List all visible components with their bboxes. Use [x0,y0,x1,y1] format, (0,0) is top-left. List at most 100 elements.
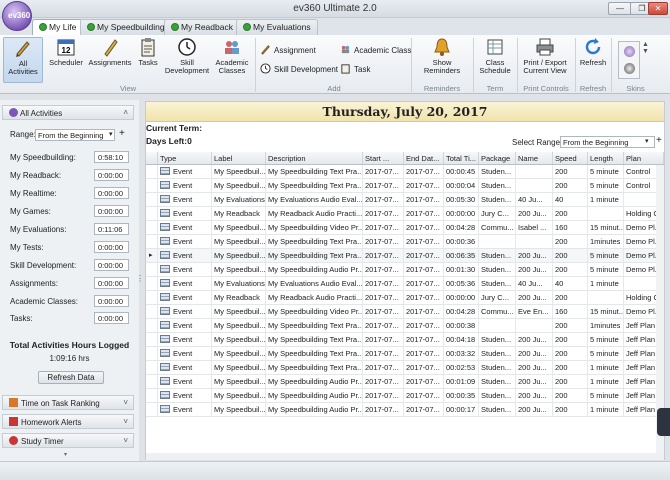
skin-gray-icon[interactable] [624,63,635,74]
time-on-task-ranking-header[interactable]: Time on Task Ranking ˅ [2,395,134,410]
column-header[interactable]: Description [266,152,363,164]
column-header[interactable]: Start ... [363,152,404,164]
study-timer-header[interactable]: Study Timer ˅ [2,433,134,448]
add-skill-development-button[interactable]: Skill Development [260,63,338,74]
table-row[interactable]: Event My Speedbuil... My Speedbuilding Tex… [146,179,664,193]
refresh-data-button[interactable]: Refresh Data [38,371,104,384]
table-row[interactable]: Event My Readback My Readback Audio Practi… [146,291,664,305]
row-selector[interactable] [146,333,158,346]
splitter-handle[interactable]: ⋮ [136,274,144,283]
homework-alerts-header[interactable]: Homework Alerts ˅ [2,414,134,429]
skins-gallery[interactable] [618,41,640,79]
print-export-button[interactable]: Print / Export Current View [519,37,571,83]
tab-my-readback[interactable]: My Readback [164,19,240,35]
row-selector[interactable] [146,277,158,290]
table-row[interactable]: Event My Speedbuil... My Speedbuilding Tex… [146,347,664,361]
table-row[interactable]: Event My Speedbuil... My Speedbuilding Aud… [146,375,664,389]
row-selector[interactable]: ▸ [146,249,158,262]
tasks-button[interactable]: Tasks [134,37,162,83]
row-selector[interactable] [146,165,158,178]
table-row[interactable]: Event My Speedbuil... My Speedbuilding Aud… [146,263,664,277]
column-header[interactable]: End Dat... [404,152,444,164]
select-range-dropdown[interactable]: From the Beginning [560,136,655,148]
grid-cell: 2017-07... [404,403,444,416]
assignments-button[interactable]: Assignments [88,37,132,83]
table-row[interactable]: Event My Evaluations My Evaluations Audio … [146,277,664,291]
row-selector[interactable] [146,221,158,234]
table-row[interactable]: Event My Readback My Readback Audio Practi… [146,207,664,221]
table-row[interactable]: Event My Speedbuil... My Speedbuilding Tex… [146,165,664,179]
skin-purple-icon[interactable] [624,46,635,57]
row-selector[interactable] [146,235,158,248]
skins-scroll-icon[interactable]: ▲ ▼ [642,41,649,55]
table-row[interactable]: Event My Speedbuil... My Speedbuilding Tex… [146,319,664,333]
side-tab-handle[interactable] [657,408,670,436]
refresh-button[interactable]: Refresh [577,37,609,83]
grid-cell: 2017-07... [404,179,444,192]
all-activities-button[interactable]: All Activities [3,37,43,83]
column-header[interactable]: Plan [624,152,664,164]
horizontal-scrollbar[interactable] [146,453,664,460]
panel-collapse-icon[interactable]: ▾ [64,451,67,458]
add-task-button[interactable]: Task [340,63,370,74]
academic-classes-button[interactable]: Academic Classes [212,37,252,83]
grid-cell: Studen... [479,361,516,374]
table-row[interactable]: Event My Evaluations My Evaluations Audio … [146,193,664,207]
minimize-button[interactable]: — [608,2,632,15]
table-row[interactable]: Event My Speedbuil... My Speedbuilding Tex… [146,333,664,347]
row-selector[interactable] [146,179,158,192]
chevron-down-icon[interactable]: ▾ [645,137,649,145]
row-selector[interactable] [146,389,158,402]
row-selector[interactable] [146,403,158,416]
table-row[interactable]: Event My Speedbuil... My Speedbuilding Aud… [146,389,664,403]
grid-cell: 40 Ju... [516,193,553,206]
range-select[interactable]: From the Beginning [35,129,115,141]
chevron-down-icon[interactable]: ▾ [109,130,113,138]
column-header[interactable]: Type [158,152,212,164]
row-selector[interactable] [146,319,158,332]
column-header[interactable]: Speed [553,152,588,164]
column-header[interactable]: Total Ti... [444,152,479,164]
scheduler-button[interactable]: 12 Scheduler [48,37,84,83]
row-selector[interactable] [146,291,158,304]
tab-my-evaluations[interactable]: My Evaluations [236,19,318,35]
row-selector[interactable] [146,193,158,206]
grid-cell: Studen... [479,389,516,402]
row-selector[interactable] [146,347,158,360]
row-selector[interactable] [146,361,158,374]
row-selector[interactable] [146,263,158,276]
grid-cell: My Speedbuil... [214,375,266,388]
grid-cell: 1minutes [588,235,624,248]
tab-my-speedbuilding[interactable]: My Speedbuilding [80,19,172,35]
close-button[interactable]: ✕ [648,2,668,15]
class-schedule-button[interactable]: Class Schedule [476,37,514,83]
table-row[interactable]: Event My Speedbuil... My Speedbuilding Vid… [146,305,664,319]
grid-cell [516,165,553,178]
app-menu-orb[interactable]: ev360 [2,1,32,31]
skill-development-button[interactable]: Skill Development [164,37,210,83]
column-header[interactable]: Package [479,152,516,164]
select-range-label: Select Range: [512,138,563,147]
row-selector[interactable] [146,207,158,220]
table-row[interactable]: Event My Speedbuil... My Speedbuilding Aud… [146,403,664,417]
column-header[interactable]: Length [588,152,624,164]
add-assignment-button[interactable]: Assignment [260,44,316,55]
table-row[interactable]: Event My Speedbuil... My Speedbuilding Vid… [146,221,664,235]
plus-icon[interactable]: + [119,129,125,139]
add-academic-class-button[interactable]: Academic Class [340,44,411,55]
show-reminders-button[interactable]: Show Reminders [414,37,470,83]
all-activities-header[interactable]: All Activities ˄ [2,105,134,120]
table-row[interactable]: Event My Speedbuil... My Speedbuilding Tex… [146,235,664,249]
tab-my-life[interactable]: My Life [32,19,84,35]
reminders-group-label: Reminders [423,84,461,93]
type-text: Event [173,377,193,386]
plus-icon[interactable]: + [656,136,662,146]
type-cell: Event [158,193,212,206]
row-selector[interactable] [146,375,158,388]
ranking-icon [9,398,18,407]
column-header[interactable]: Name [516,152,553,164]
row-selector[interactable] [146,305,158,318]
table-row[interactable]: Event My Speedbuil... My Speedbuilding Tex… [146,361,664,375]
table-row[interactable]: ▸ Event My Speedbuil... My Speedbuilding Te… [146,249,664,263]
column-header[interactable]: Label [212,152,266,164]
